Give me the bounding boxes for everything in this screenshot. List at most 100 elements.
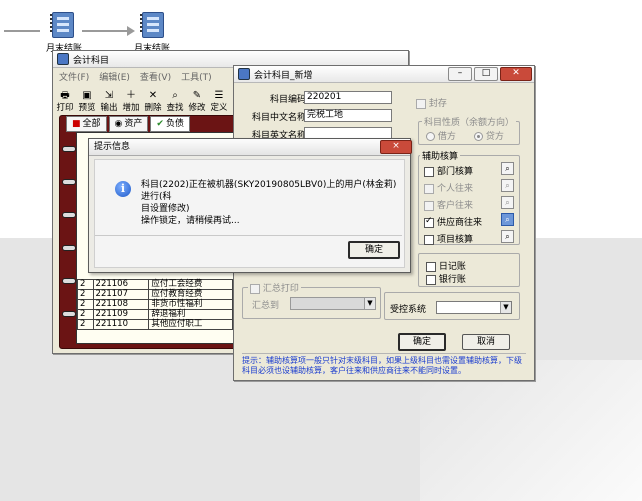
- message-dialog: 提示信息 × i 科目(2202)正在被机器(SKY20190805LBV0)上…: [88, 138, 412, 273]
- summary-print-label: 汇总打印: [262, 284, 299, 294]
- bank-checkbox[interactable]: [426, 274, 436, 285]
- tab-all-icon: ■: [72, 119, 81, 129]
- export-button[interactable]: ⇲ 输出: [99, 87, 119, 113]
- journal-checkbox-row[interactable]: 日记账: [426, 259, 466, 272]
- flow-arrow-line: [82, 30, 128, 32]
- define-button[interactable]: ☰ 定义: [209, 87, 229, 113]
- row-level: 2: [77, 289, 94, 300]
- print-button[interactable]: 🖶 打印: [55, 87, 75, 113]
- tab-liabilities[interactable]: ✔ 负债: [150, 116, 190, 132]
- table-row[interactable]: 2 221106 应付工会经费: [77, 279, 233, 290]
- delete-icon: ✕: [148, 90, 158, 101]
- confirm-button[interactable]: 确定: [398, 333, 446, 351]
- row-name: 应付教育经费: [148, 289, 233, 300]
- menu-tools[interactable]: 工具(T): [181, 70, 212, 83]
- summary-print-checkbox[interactable]: [250, 283, 260, 294]
- modify-label: 修改: [188, 103, 206, 113]
- export-icon: ⇲: [104, 90, 114, 101]
- new-account-titlebar[interactable]: 会计科目_新增 – □ ✕: [234, 66, 534, 83]
- message-titlebar[interactable]: 提示信息: [89, 139, 410, 156]
- journal-label: 日记账: [438, 262, 466, 272]
- tab-all[interactable]: ■ 全部: [66, 116, 107, 132]
- app-icon: [57, 53, 69, 65]
- preview-label: 预览: [78, 103, 96, 113]
- sealed-label: 封存: [428, 99, 447, 109]
- modify-button[interactable]: ✎ 修改: [187, 87, 207, 113]
- message-ok-button[interactable]: 确定: [348, 241, 400, 259]
- delete-label: 删除: [144, 103, 162, 113]
- message-title: 提示信息: [94, 142, 131, 152]
- aux-checkbox[interactable]: [424, 216, 434, 228]
- binder-rings: [62, 146, 76, 317]
- row-code: 221108: [92, 299, 150, 310]
- minimize-button[interactable]: –: [448, 67, 472, 81]
- row-code: 221109: [92, 309, 150, 320]
- chevron-down-icon: ▼: [364, 298, 375, 309]
- journal-checkbox[interactable]: [426, 261, 436, 272]
- search-icon[interactable]: ⌕: [501, 230, 514, 243]
- find-button[interactable]: ⌕ 查找: [165, 87, 185, 113]
- delete-button[interactable]: ✕ 删除: [143, 87, 163, 113]
- define-label: 定义: [210, 103, 228, 113]
- cancel-button[interactable]: 取消: [462, 334, 510, 350]
- add-button[interactable]: ＋ 增加: [121, 87, 141, 113]
- row-code: 221107: [92, 289, 150, 300]
- hint-text: 提示：辅助核算项一般只针对末级科目，如果上级科目也需设置辅助核算，下级科目必须也…: [242, 356, 522, 375]
- summary-print-row[interactable]: 汇总打印: [248, 281, 301, 294]
- aux-checkbox[interactable]: [424, 183, 434, 194]
- search-icon[interactable]: ⌕: [501, 213, 514, 226]
- accounts-window-title: 会计科目: [73, 55, 110, 66]
- menu-edit[interactable]: 编辑(E): [99, 70, 130, 83]
- bank-checkbox-row[interactable]: 银行账: [426, 272, 466, 285]
- system-select[interactable]: ▼: [436, 301, 512, 314]
- code-input[interactable]: 220201: [304, 91, 392, 104]
- cn-name-input[interactable]: 完税工地: [304, 109, 392, 122]
- binder-ring: [62, 278, 76, 284]
- message-body: i 科目(2202)正在被机器(SKY20190805LBV0)上的用户(林金莉…: [94, 159, 405, 268]
- message-line-2: 目设置修改): [141, 204, 190, 214]
- table-row[interactable]: 2 221110 其他应付职工: [77, 319, 233, 330]
- aux-list: 部门核算 ⌕ 个人往来 ⌕ 客户往来 ⌕ 供应商往来 ⌕ 项目核算 ⌕: [424, 162, 516, 249]
- close-icon: ×: [392, 141, 400, 151]
- debit-label: 借方: [437, 132, 456, 142]
- row-level: 2: [77, 279, 94, 290]
- sealed-checkbox-row[interactable]: 封存: [416, 96, 447, 109]
- close-button[interactable]: ✕: [500, 67, 532, 81]
- maximize-button[interactable]: □: [474, 67, 498, 81]
- aux-checkbox[interactable]: [424, 234, 434, 245]
- table-row[interactable]: 2 221108 非货币性福利: [77, 299, 233, 310]
- message-close-button[interactable]: ×: [380, 140, 412, 154]
- search-icon[interactable]: ⌕: [501, 196, 514, 209]
- aux-checkbox[interactable]: [424, 166, 434, 177]
- hint-area: 提示：辅助核算项一般只针对末级科目，如果上级科目也需设置辅助核算，下级科目必须也…: [242, 353, 526, 376]
- aux-item[interactable]: 项目核算 ⌕: [424, 230, 516, 249]
- summary-to-select[interactable]: ▼: [290, 297, 376, 310]
- month-end-icon-1[interactable]: [50, 10, 76, 38]
- search-icon[interactable]: ⌕: [501, 162, 514, 175]
- find-label: 查找: [166, 103, 184, 113]
- credit-radio[interactable]: [474, 132, 483, 141]
- row-level: 2: [77, 299, 94, 310]
- tab-assets[interactable]: ◉ 资产: [108, 116, 149, 132]
- debit-radio-row[interactable]: 借方: [426, 129, 456, 142]
- search-icon[interactable]: ⌕: [501, 179, 514, 192]
- menu-file[interactable]: 文件(F): [59, 70, 89, 83]
- aux-checkbox[interactable]: [424, 200, 434, 211]
- month-end-icon-2[interactable]: [140, 10, 166, 38]
- sealed-checkbox[interactable]: [416, 98, 426, 109]
- table-row[interactable]: 2 221109 辞退福利: [77, 309, 233, 320]
- summary-to-label: 汇总到: [252, 301, 280, 311]
- binder-ring: [62, 311, 76, 317]
- debit-radio[interactable]: [426, 132, 435, 141]
- table-row[interactable]: 2 221107 应付教育经费: [77, 289, 233, 300]
- message-text: 科目(2202)正在被机器(SKY20190805LBV0)上的用户(林金莉)进…: [141, 179, 397, 227]
- row-name: 非货币性福利: [148, 299, 233, 310]
- row-code: 221110: [92, 319, 150, 330]
- bank-label: 银行账: [438, 275, 466, 285]
- preview-button[interactable]: ▣ 预览: [77, 87, 97, 113]
- aux-label: 部门核算: [437, 167, 474, 177]
- menu-view[interactable]: 查看(V): [140, 70, 171, 83]
- credit-radio-row[interactable]: 贷方: [474, 129, 504, 142]
- tab-all-label: 全部: [82, 119, 101, 129]
- add-label: 增加: [122, 103, 140, 113]
